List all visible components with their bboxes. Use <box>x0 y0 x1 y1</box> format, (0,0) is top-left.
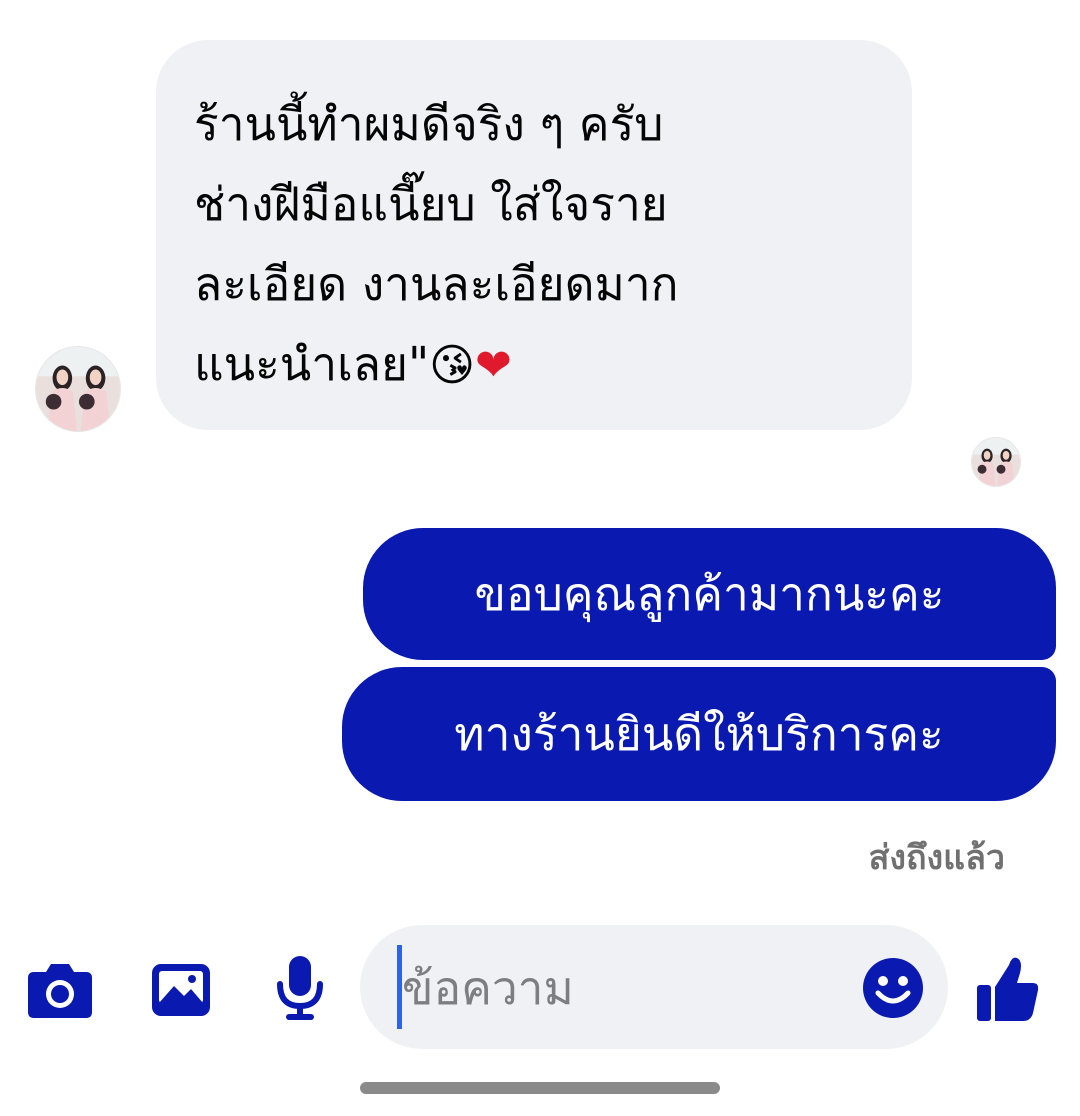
avatar-photo <box>36 347 120 431</box>
message-input[interactable]: ข้อความ <box>360 925 948 1049</box>
image-icon <box>152 964 210 1016</box>
incoming-message-bubble[interactable]: ร้านนี้ทำผมดีจริง ๆ ครับ ช่างฝีมือแนี๊ยบ… <box>156 40 912 430</box>
red-heart-emoji: ❤ <box>474 340 512 391</box>
message-input-placeholder: ข้อความ <box>402 961 574 1015</box>
kissing-face-emoji: 😘 <box>429 340 475 391</box>
microphone-icon <box>277 956 323 1020</box>
delivered-status: ส่งถึงแล้ว <box>868 838 1005 878</box>
seen-receipt-avatar <box>971 437 1021 487</box>
avatar-photo <box>972 438 1020 486</box>
incoming-message-line-last: แนะนำเลย"😘❤ <box>194 324 876 406</box>
like-button[interactable] <box>972 950 1044 1026</box>
camera-button[interactable] <box>24 958 96 1022</box>
outgoing-message-text: ทางร้านยินดีให้บริการคะ <box>454 706 944 761</box>
incoming-message-text: แนะนำเลย" <box>194 337 430 391</box>
outgoing-message-bubble[interactable]: ทางร้านยินดีให้บริการคะ <box>342 667 1056 801</box>
outgoing-message-bubble[interactable]: ขอบคุณลูกค้ามากนะคะ <box>363 528 1056 660</box>
messenger-chat-screen: ร้านนี้ทำผมดีจริง ๆ ครับ ช่างฝีมือแนี๊ยบ… <box>0 0 1080 1116</box>
thumbs-up-icon <box>977 957 1039 1021</box>
gallery-button[interactable] <box>146 958 216 1022</box>
incoming-message-line: ช่างฝีมือแนี๊ยบ ใส่ใจราย <box>194 177 668 231</box>
incoming-message-line: ร้านนี้ทำผมดีจริง ๆ ครับ <box>194 97 664 151</box>
home-indicator[interactable] <box>360 1082 720 1094</box>
outgoing-message-text: ขอบคุณลูกค้ามากนะคะ <box>474 566 945 621</box>
voice-message-button[interactable] <box>270 952 330 1024</box>
sender-avatar[interactable] <box>35 346 121 432</box>
camera-icon <box>28 964 92 1018</box>
incoming-message-line: ละเอียด งานละเอียดมาก <box>194 257 679 311</box>
smiley-icon[interactable] <box>862 957 924 1019</box>
